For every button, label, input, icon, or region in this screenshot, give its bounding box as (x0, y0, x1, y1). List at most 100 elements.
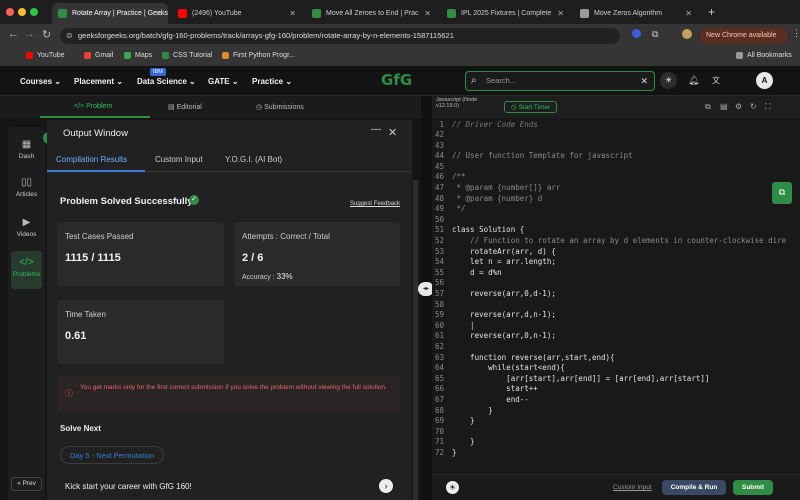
chrome-update-button[interactable]: New Chrome available (700, 28, 788, 44)
line-number: 63 (434, 352, 444, 362)
browser-tab[interactable]: Rotate Array | Practice | Geeks ✕ (52, 3, 168, 24)
copy-icon[interactable]: ⧉ (705, 102, 711, 112)
tab-problem[interactable]: </> Problem (74, 103, 112, 110)
bookmark-css-tutorial[interactable]: CSS Tutorial (162, 52, 212, 59)
code-line: } (452, 448, 457, 457)
tab-editorial[interactable]: ▤ Editorial (168, 103, 202, 111)
address-bar[interactable]: ⊜ geeksforgeeks.org/batch/gfg-160-proble… (60, 28, 620, 44)
nav-data-science[interactable]: Data Science ⌄ (137, 77, 196, 86)
search-placeholder: Search... (486, 76, 517, 85)
maximize-window-button[interactable] (30, 8, 38, 16)
tab-custom-input[interactable]: Custom Input (155, 155, 203, 164)
forward-icon[interactable]: → (24, 28, 35, 40)
start-timer-button[interactable]: ◷ Start Timer (504, 101, 558, 113)
site-info-icon[interactable]: ⊜ (66, 28, 73, 44)
nav-courses[interactable]: Courses ⌄ (20, 77, 61, 86)
close-tab-icon[interactable]: ✕ (685, 9, 692, 18)
tab-submissions[interactable]: ◷ Submissions (256, 103, 304, 111)
fullscreen-icon[interactable]: ⛶ (765, 102, 771, 112)
accuracy-text: Accuracy : 33% (242, 272, 293, 281)
bookmark-youtube[interactable]: YouTube (26, 52, 65, 59)
tab-favicon (312, 9, 321, 18)
code-line: let n = arr.length; (452, 257, 556, 267)
theme-toggle-icon[interactable]: ☀ (660, 72, 677, 89)
minimize-window-button[interactable] (18, 8, 26, 16)
user-avatar[interactable]: A (756, 72, 773, 89)
next-problem-chip[interactable]: Day 5 - Next Permutation (60, 446, 165, 464)
bookmark-maps[interactable]: Maps (124, 52, 152, 59)
line-number: 72 (434, 448, 444, 457)
extensions-puzzle-icon[interactable]: ⧉ (652, 29, 658, 40)
tests-passed-card: Test Cases Passed 1115 / 1115 (57, 222, 224, 286)
code-line: d = d%n (452, 267, 502, 277)
line-number: 69 (434, 416, 444, 426)
reload-icon[interactable]: ↻ (42, 28, 51, 41)
profile-avatar[interactable] (682, 29, 692, 39)
code-line: /** (452, 172, 466, 182)
nav-practice[interactable]: Practice ⌄ (252, 77, 292, 86)
arrow-right-icon[interactable]: › (379, 479, 393, 493)
tab-yogi-ai-bot[interactable]: Y.O.G.I. (AI Bot) (225, 155, 282, 164)
success-check-icon: ✓ (189, 195, 199, 205)
settings-icon[interactable]: ⚙ (735, 102, 742, 111)
nav-placement[interactable]: Placement ⌄ (74, 77, 123, 86)
bookmark-python[interactable]: First Python Progr... (222, 52, 295, 59)
browser-tab[interactable]: Move Zeros Algorithm ✕ (574, 3, 698, 24)
browser-tab[interactable]: (2496) YouTube ✕ (172, 3, 302, 24)
line-number: 51 (434, 225, 444, 235)
custom-input-link[interactable]: Custom Input (613, 484, 652, 491)
line-number: 44 (434, 151, 444, 161)
browser-tab[interactable]: IPL 2025 Fixtures | Complete ✕ (441, 3, 570, 24)
close-window-button[interactable] (6, 8, 14, 16)
floating-chat-icon[interactable]: ⧉ (772, 182, 792, 204)
minimize-output-icon[interactable]: — (371, 124, 381, 135)
code-editor[interactable]: 1 // Driver Code Ends 42 43 44 // User func… (432, 118, 800, 474)
back-icon[interactable]: ← (8, 28, 19, 40)
close-tab-icon[interactable]: ✕ (424, 9, 431, 18)
line-number: 54 (434, 257, 444, 267)
clear-search-icon[interactable]: ✕ (640, 72, 648, 90)
bookmark-gmail[interactable]: Gmail (84, 52, 113, 59)
suggest-feedback-link[interactable]: Suggest Feedback (350, 201, 400, 207)
code-line: start++ (452, 384, 538, 394)
tab-compilation-results[interactable]: Compilation Results (56, 155, 127, 164)
file-icon[interactable]: ▤ (720, 102, 728, 111)
code-line: } (452, 416, 475, 426)
sidebar-item-dash[interactable]: ▦ Dash (8, 139, 45, 160)
close-tab-icon[interactable]: ✕ (155, 9, 162, 18)
close-output-icon[interactable]: ✕ (388, 126, 397, 139)
time-taken-label: Time Taken (65, 310, 106, 319)
sidebar-item-articles[interactable]: ▯▯ Articles (8, 177, 45, 198)
submit-button[interactable]: Submit (733, 480, 773, 495)
tab-favicon (178, 9, 187, 18)
browser-tab[interactable]: Move All Zeroes to End | Prac ✕ (306, 3, 437, 24)
chrome-menu-icon[interactable]: ⋮ (792, 28, 800, 39)
code-line: rotateArr(arr, d) { (452, 246, 556, 256)
reset-icon[interactable]: ↻ (750, 102, 757, 111)
panel-divider[interactable]: ◂▸ (418, 96, 434, 500)
prev-button[interactable]: « Prev (11, 477, 42, 491)
editor-actions: ☀ Custom Input Compile & Run Submit (432, 474, 800, 500)
youtube-icon (26, 52, 33, 59)
line-number: 65 (434, 373, 444, 383)
close-tab-icon[interactable]: ✕ (557, 9, 564, 18)
output-scrollbar[interactable] (413, 180, 418, 500)
sidebar-item-videos[interactable]: ▶ Videos (8, 217, 45, 238)
gfg-logo[interactable]: GfG (381, 71, 412, 89)
site-search-input[interactable]: ⌕ Search... ✕ (465, 71, 655, 91)
bell-icon[interactable]: 🔔︎ (688, 75, 699, 86)
extension-icon[interactable] (632, 29, 641, 38)
all-bookmarks[interactable]: All Bookmarks (736, 52, 792, 59)
nav-gate[interactable]: GATE ⌄ (208, 77, 239, 86)
compile-run-button[interactable]: Compile & Run (662, 480, 726, 495)
attempts-label: Attempts : Correct / Total (242, 232, 330, 241)
line-number: 61 (434, 331, 444, 341)
theme-icon[interactable]: ☀ (446, 481, 459, 494)
language-select[interactable]: Javascript (Node v12.19.0) (436, 97, 490, 109)
code-line: reverse(arr,d,n-1); (452, 310, 556, 320)
sidebar-item-problems[interactable]: </> Problems (11, 251, 42, 289)
close-tab-icon[interactable]: ✕ (289, 9, 296, 18)
translate-icon[interactable]: 文 (712, 75, 720, 86)
new-tab-icon[interactable]: + (708, 5, 715, 19)
code-line: * @param {number[]} arr (452, 183, 561, 192)
